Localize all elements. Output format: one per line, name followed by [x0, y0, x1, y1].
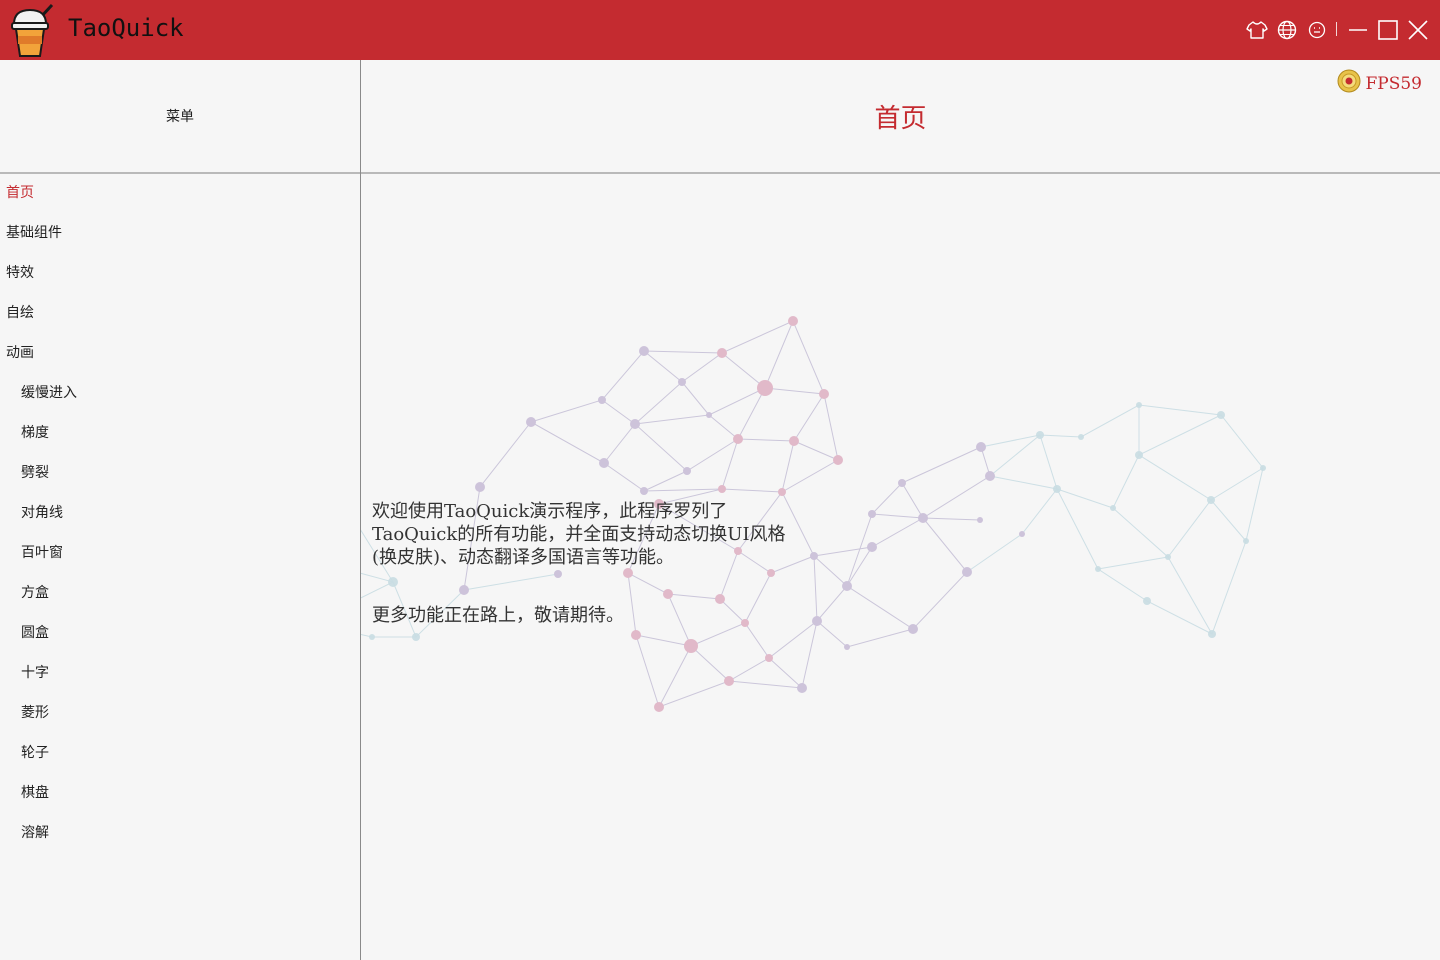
- maximize-icon[interactable]: [1373, 15, 1403, 45]
- fps-icon: [1337, 69, 1361, 98]
- menu-list: 首页 基础组件 特效 自绘 动画 缓慢进入 梯度 劈裂 对角线 百叶窗 方盒 圆盒 十字 菱形 轮子 棋盘 溶解: [0, 173, 360, 853]
- menu-item[interactable]: 棋盘: [0, 773, 360, 813]
- menu-item[interactable]: 梯度: [0, 413, 360, 453]
- menu-item[interactable]: 特效: [0, 253, 360, 293]
- main-header: 首页 FPS59: [361, 60, 1440, 174]
- menu-item[interactable]: 轮子: [0, 733, 360, 773]
- main-content: 首页 FPS59 欢迎使用TaoQuick演示程序，此程序罗列了 TaoQuic…: [361, 60, 1440, 960]
- smile-icon[interactable]: [1302, 15, 1332, 45]
- title-bar[interactable]: TaoQuick: [0, 0, 1440, 60]
- menu-item[interactable]: 菱形: [0, 693, 360, 733]
- menu-item[interactable]: 动画: [0, 333, 360, 373]
- menu-item[interactable]: 方盒: [0, 573, 360, 613]
- menu-item[interactable]: 自绘: [0, 293, 360, 333]
- menu-item[interactable]: 十字: [0, 653, 360, 693]
- more-features-text: 更多功能正在路上，敬请期待。: [372, 605, 624, 626]
- menu-item[interactable]: 基础组件: [0, 213, 360, 253]
- app-title: TaoQuick: [68, 14, 184, 42]
- menu-item[interactable]: 百叶窗: [0, 533, 360, 573]
- menu-item[interactable]: 溶解: [0, 813, 360, 853]
- minimize-icon[interactable]: [1343, 15, 1373, 45]
- skin-icon[interactable]: [1242, 15, 1272, 45]
- app-logo-icon: [8, 2, 60, 58]
- language-icon[interactable]: [1272, 15, 1302, 45]
- close-icon[interactable]: [1403, 15, 1433, 45]
- menu-item[interactable]: 劈裂: [0, 453, 360, 493]
- page-title: 首页: [874, 104, 927, 134]
- fps-label: FPS59: [1365, 73, 1422, 94]
- welcome-line: (换皮肤)、动态翻译多国语言等功能。: [372, 547, 675, 568]
- menu-item[interactable]: 圆盒: [0, 613, 360, 653]
- menu-header: 菜单: [0, 60, 360, 174]
- sidebar: 菜单 首页 基础组件 特效 自绘 动画 缓慢进入 梯度 劈裂 对角线 百叶窗 方盒 圆盒 十字 菱形 轮子棋…: [0, 60, 361, 960]
- welcome-line: 欢迎使用TaoQuick演示程序，此程序罗列了: [372, 501, 728, 522]
- welcome-text: 欢迎使用TaoQuick演示程序，此程序罗列了 TaoQuick的所有功能，并全…: [372, 500, 892, 627]
- fps-indicator: FPS59: [1337, 69, 1422, 98]
- title-bar-separator: [1336, 22, 1337, 36]
- menu-item[interactable]: 缓慢进入: [0, 373, 360, 413]
- menu-item[interactable]: 对角线: [0, 493, 360, 533]
- welcome-line: TaoQuick的所有功能，并全面支持动态切换UI风格: [372, 524, 786, 545]
- menu-item[interactable]: 首页: [0, 173, 360, 213]
